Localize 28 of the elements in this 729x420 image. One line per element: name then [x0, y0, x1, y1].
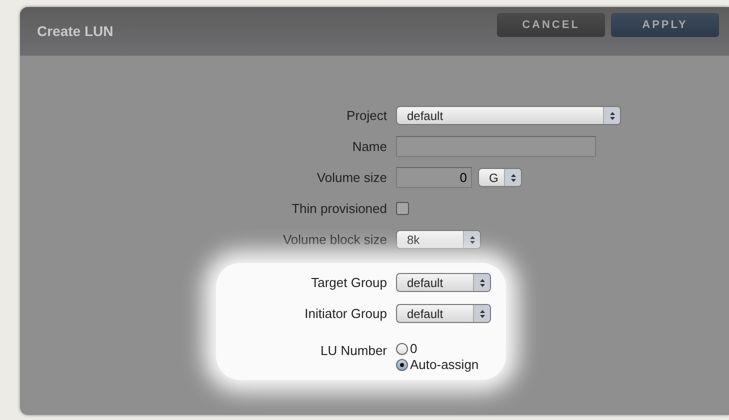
input-field[interactable]: 0 [396, 167, 472, 188]
field-label: Name [351, 139, 388, 154]
dropdown[interactable]: default [396, 106, 621, 125]
field-label: LU Number [320, 343, 388, 358]
radio-button[interactable] [396, 342, 408, 354]
stepper-icon [504, 169, 521, 186]
field-label: Target Group [310, 275, 388, 290]
dropdown[interactable]: default [396, 304, 491, 323]
apply-button[interactable]: APPLY [611, 13, 719, 37]
field-label: Volume block size [282, 232, 388, 247]
unit-dropdown[interactable]: G [478, 168, 522, 187]
radio-label: Auto-assign [410, 357, 479, 372]
radio-button[interactable] [396, 358, 408, 370]
radio-label: 0 [410, 341, 418, 356]
dropdown[interactable]: 8k [396, 230, 481, 249]
input-field[interactable] [396, 136, 596, 157]
window-title: Create LUN [37, 23, 114, 39]
cancel-button[interactable]: CANCEL [497, 13, 605, 37]
stepper-icon [603, 107, 620, 124]
field-label: Project [346, 108, 388, 123]
stepper-icon [473, 305, 490, 322]
stepper-icon [473, 274, 490, 291]
field-label: Thin provisioned [290, 201, 388, 216]
stepper-icon [463, 231, 480, 248]
dropdown[interactable]: default [396, 273, 491, 292]
field-label: Volume size [316, 170, 388, 185]
checkbox[interactable] [396, 202, 409, 215]
field-label: Initiator Group [304, 306, 388, 321]
